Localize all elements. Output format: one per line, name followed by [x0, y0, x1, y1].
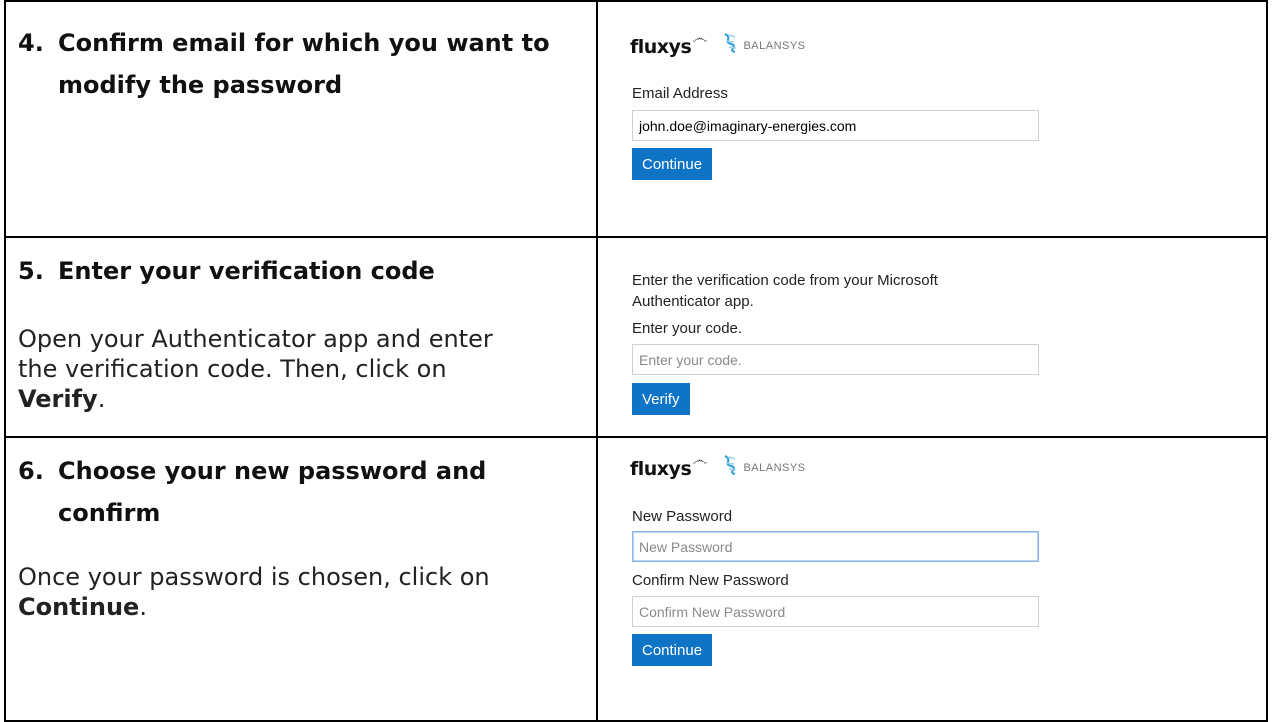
fluxys-logo: fluxys — [630, 458, 692, 480]
step-5-title: 5. Enter your verification code — [18, 250, 435, 292]
fluxys-logo: fluxys — [630, 36, 692, 58]
step-number: 4. — [18, 29, 44, 57]
new-password-label: New Password — [632, 508, 733, 525]
confirm-password-input[interactable] — [632, 596, 1039, 627]
verify-button[interactable]: Verify — [632, 383, 690, 415]
email-label: Email Address — [632, 85, 728, 102]
fluxys-swirl-icon: ෴ — [692, 28, 708, 47]
desc-emphasis: Continue — [18, 593, 140, 621]
intro-line: Authenticator app. — [632, 293, 754, 310]
desc-end: . — [97, 385, 106, 413]
step-title-line: Confirm email for which you want to — [58, 29, 550, 57]
logo-bar: fluxys ෴ BALANSYS — [630, 28, 806, 58]
step-title-line: Choose your new password and — [58, 457, 487, 485]
desc-line: the verification code. Then, click on — [18, 355, 447, 383]
continue-button[interactable]: Continue — [632, 148, 713, 180]
new-password-input[interactable] — [632, 531, 1039, 562]
balansys-wordmark: BALANSYS — [743, 462, 806, 474]
step-title-line: confirm — [58, 499, 161, 527]
step-number: 6. — [18, 457, 44, 485]
desc-line: Once your password is chosen, click on — [18, 563, 490, 591]
step-row-6: 6. Choose your new password and confirm O… — [4, 436, 1268, 722]
step-6-instructions: 6. Choose your new password and confirm O… — [4, 436, 598, 722]
fluxys-swirl-icon: ෴ — [692, 450, 708, 469]
step-number: 5. — [18, 257, 44, 285]
email-input[interactable] — [632, 110, 1039, 141]
step-5-instructions: 5. Enter your verification code Open your… — [4, 236, 598, 438]
confirm-password-label: Confirm New Password — [632, 572, 789, 589]
balansys-wordmark: BALANSYS — [743, 40, 806, 52]
step-6-screenshot: fluxys ෴ BALANSYS New Password Confirm N… — [596, 436, 1268, 722]
step-6-title: 6. Choose your new password and confirm — [18, 450, 486, 534]
step-5-description: Open your Authenticator app and enter th… — [18, 324, 493, 414]
step-title-line: modify the password — [58, 71, 343, 99]
step-6-description: Once your password is chosen, click on C… — [18, 562, 490, 622]
instructions-table: 4. Confirm email for which you want to mo… — [4, 0, 1268, 722]
desc-line: Open your Authenticator app and enter — [18, 325, 493, 353]
balansys-helix-icon — [724, 455, 737, 476]
step-4-instructions: 4. Confirm email for which you want to mo… — [4, 0, 598, 238]
intro-line: Enter the verification code from your Mi… — [632, 272, 938, 289]
step-row-5: 5. Enter your verification code Open your… — [4, 236, 1268, 438]
step-4-screenshot: fluxys ෴ BALANSYS Email Address Continue — [596, 0, 1268, 238]
step-title-line: Enter your verification code — [58, 257, 435, 285]
logo-bar: fluxys ෴ BALANSYS — [630, 450, 806, 480]
verification-intro: Enter the verification code from your Mi… — [632, 270, 938, 312]
desc-emphasis: Verify — [18, 385, 98, 413]
verification-code-input[interactable] — [632, 344, 1039, 375]
continue-button[interactable]: Continue — [632, 634, 713, 666]
balansys-helix-icon — [724, 33, 737, 54]
desc-end: . — [139, 593, 147, 621]
step-4-title: 4. Confirm email for which you want to mo… — [18, 22, 550, 106]
step-5-screenshot: Enter the verification code from your Mi… — [596, 236, 1268, 438]
code-label: Enter your code. — [632, 320, 743, 337]
step-row-4: 4. Confirm email for which you want to mo… — [4, 0, 1268, 238]
